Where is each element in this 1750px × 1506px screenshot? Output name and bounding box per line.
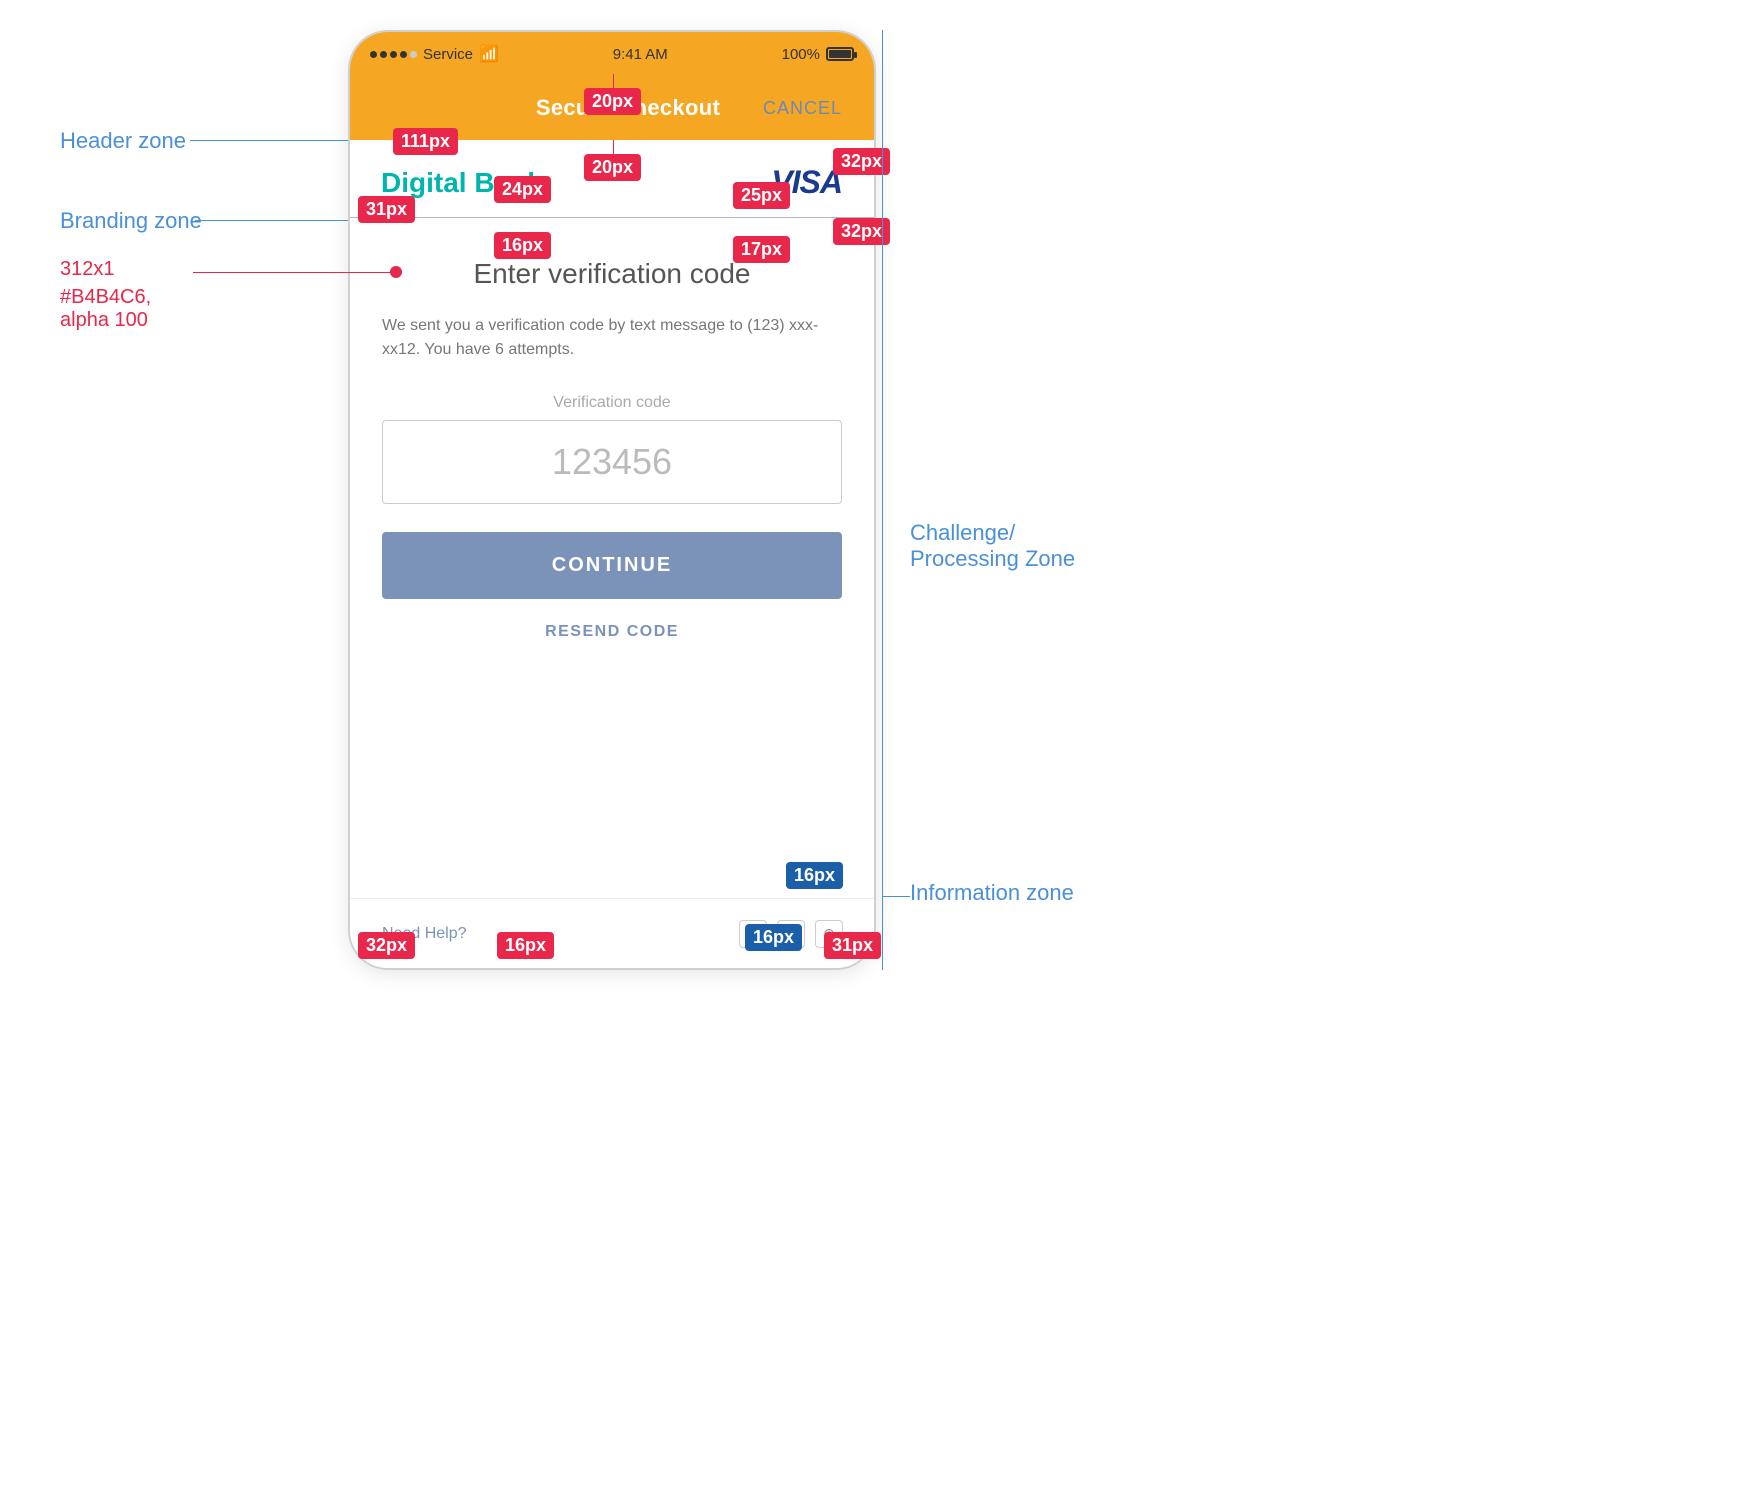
carrier-label: Service xyxy=(423,46,473,63)
divider-pointer xyxy=(193,272,393,273)
status-bar-left: Service 📶 xyxy=(370,44,499,64)
dim-20px-bottom-line xyxy=(613,140,614,156)
verification-label: Verification code xyxy=(382,394,842,412)
dim-16px-info-top: 16px xyxy=(786,862,843,889)
divider-color-label: #B4B4C6,alpha 100 xyxy=(60,286,151,332)
divider-dims-label: 312x1 xyxy=(60,258,115,281)
dim-31px-info: 31px xyxy=(824,932,881,959)
cancel-button[interactable]: CANCEL xyxy=(763,98,842,119)
dim-20px-bottom: 20px xyxy=(584,154,641,181)
challenge-zone: Enter verification code We sent you a ve… xyxy=(350,218,874,673)
dim-16px-bank: 16px xyxy=(494,232,551,259)
info-zone-tick xyxy=(882,896,910,897)
branding-zone-label: Branding zone xyxy=(60,208,202,234)
dim-24px: 24px xyxy=(494,176,551,203)
info-zone-label: Information zone xyxy=(910,880,1074,906)
branding-zone-line xyxy=(195,220,348,221)
dim-16px-info-bottom: 16px xyxy=(497,932,554,959)
verification-code-input[interactable] xyxy=(382,420,842,504)
challenge-zone-label: Challenge/Processing Zone xyxy=(910,520,1075,572)
header-zone-line xyxy=(190,140,348,141)
dim-16px-icon-gap: 16px xyxy=(745,924,802,951)
dim-32px-info: 32px xyxy=(358,932,415,959)
resend-code-button[interactable]: RESEND CODE xyxy=(382,623,842,641)
time-display: 9:41 AM xyxy=(613,46,668,63)
signal-dots xyxy=(370,51,417,58)
dim-31px: 31px xyxy=(358,196,415,223)
status-bar: Service 📶 9:41 AM 100% xyxy=(350,32,874,76)
battery-label: 100% xyxy=(782,46,820,63)
challenge-message: We sent you a verification code by text … xyxy=(382,314,842,362)
dim-17px: 17px xyxy=(733,236,790,263)
header-zone-label: Header zone xyxy=(60,128,186,154)
right-annotation-line xyxy=(882,30,883,970)
divider-circle xyxy=(390,266,402,278)
dim-20px-top: 20px xyxy=(584,88,641,115)
dim-25px: 25px xyxy=(733,182,790,209)
dim-111px: 111px xyxy=(393,128,458,155)
continue-button[interactable]: CONTINUE xyxy=(382,532,842,599)
battery-icon xyxy=(826,47,854,61)
status-bar-right: 100% xyxy=(782,46,854,63)
wifi-icon: 📶 xyxy=(479,44,499,64)
dim-20px-top-line xyxy=(613,74,614,90)
